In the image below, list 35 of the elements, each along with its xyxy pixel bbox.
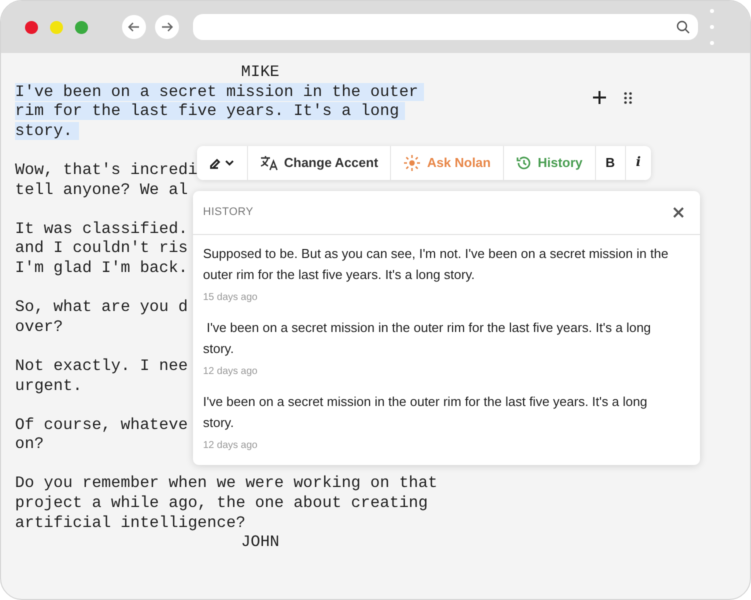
dialogue-line: on? [15, 435, 44, 454]
dialogue-line: and I couldn't ris [15, 239, 188, 258]
dialogue-line: So, what are you d [15, 298, 188, 316]
dialogue-line: tell anyone? We al [15, 180, 188, 199]
change-accent-button[interactable]: Change Accent [247, 146, 390, 180]
history-entry-text: Supposed to be. But as you can see, I'm not. I've been on a secret mission in the outer rim for the last five years. It's a long story. [203, 245, 670, 284]
back-button[interactable] [122, 15, 146, 39]
dialogue-line: Do you remember when we were working on that [15, 474, 438, 492]
dialogue-line: over? [15, 318, 64, 336]
close-icon[interactable] [673, 207, 684, 218]
search-icon [676, 20, 690, 34]
dialogue-line: project a while ago, the one about creating [15, 494, 428, 512]
bold-button[interactable]: B [594, 146, 625, 180]
right-arrow-icon [160, 20, 174, 34]
panel-title: HISTORY [203, 205, 254, 220]
dialogue-line: Wow, that's incredi [15, 160, 198, 179]
entry-time: 15 days ago [203, 291, 258, 305]
dialogue-line: I'm glad I'm back. [15, 258, 188, 277]
forward-button[interactable] [155, 15, 179, 39]
close-window-icon[interactable] [25, 20, 38, 34]
drag-handle-icon[interactable] [624, 92, 632, 104]
add-icon[interactable] [593, 91, 606, 104]
entry-time: 12 days ago [203, 365, 258, 379]
character-name: MIKE [241, 63, 280, 81]
entry-time: 12 days ago [203, 439, 258, 453]
dialogue-line: urgent. [15, 376, 82, 394]
left-arrow-icon [127, 20, 141, 34]
dialogue-line: Not exactly. I nee [15, 356, 188, 375]
dialogue-line: Of course, whateve [15, 416, 188, 434]
character-name: JOHN [241, 533, 280, 552]
history-entry-text: I've been on a secret mission in the outer rim for the last five years. It's a long story. [203, 319, 652, 358]
history-entry-text: I've been on a secret mission in the outer rim for the last five years. It's a long story. [203, 393, 648, 432]
dialogue-line: It was classified. [15, 220, 188, 238]
dialogue-line: artificial intelligence? [15, 514, 246, 532]
italic-button[interactable]: i [624, 146, 651, 180]
